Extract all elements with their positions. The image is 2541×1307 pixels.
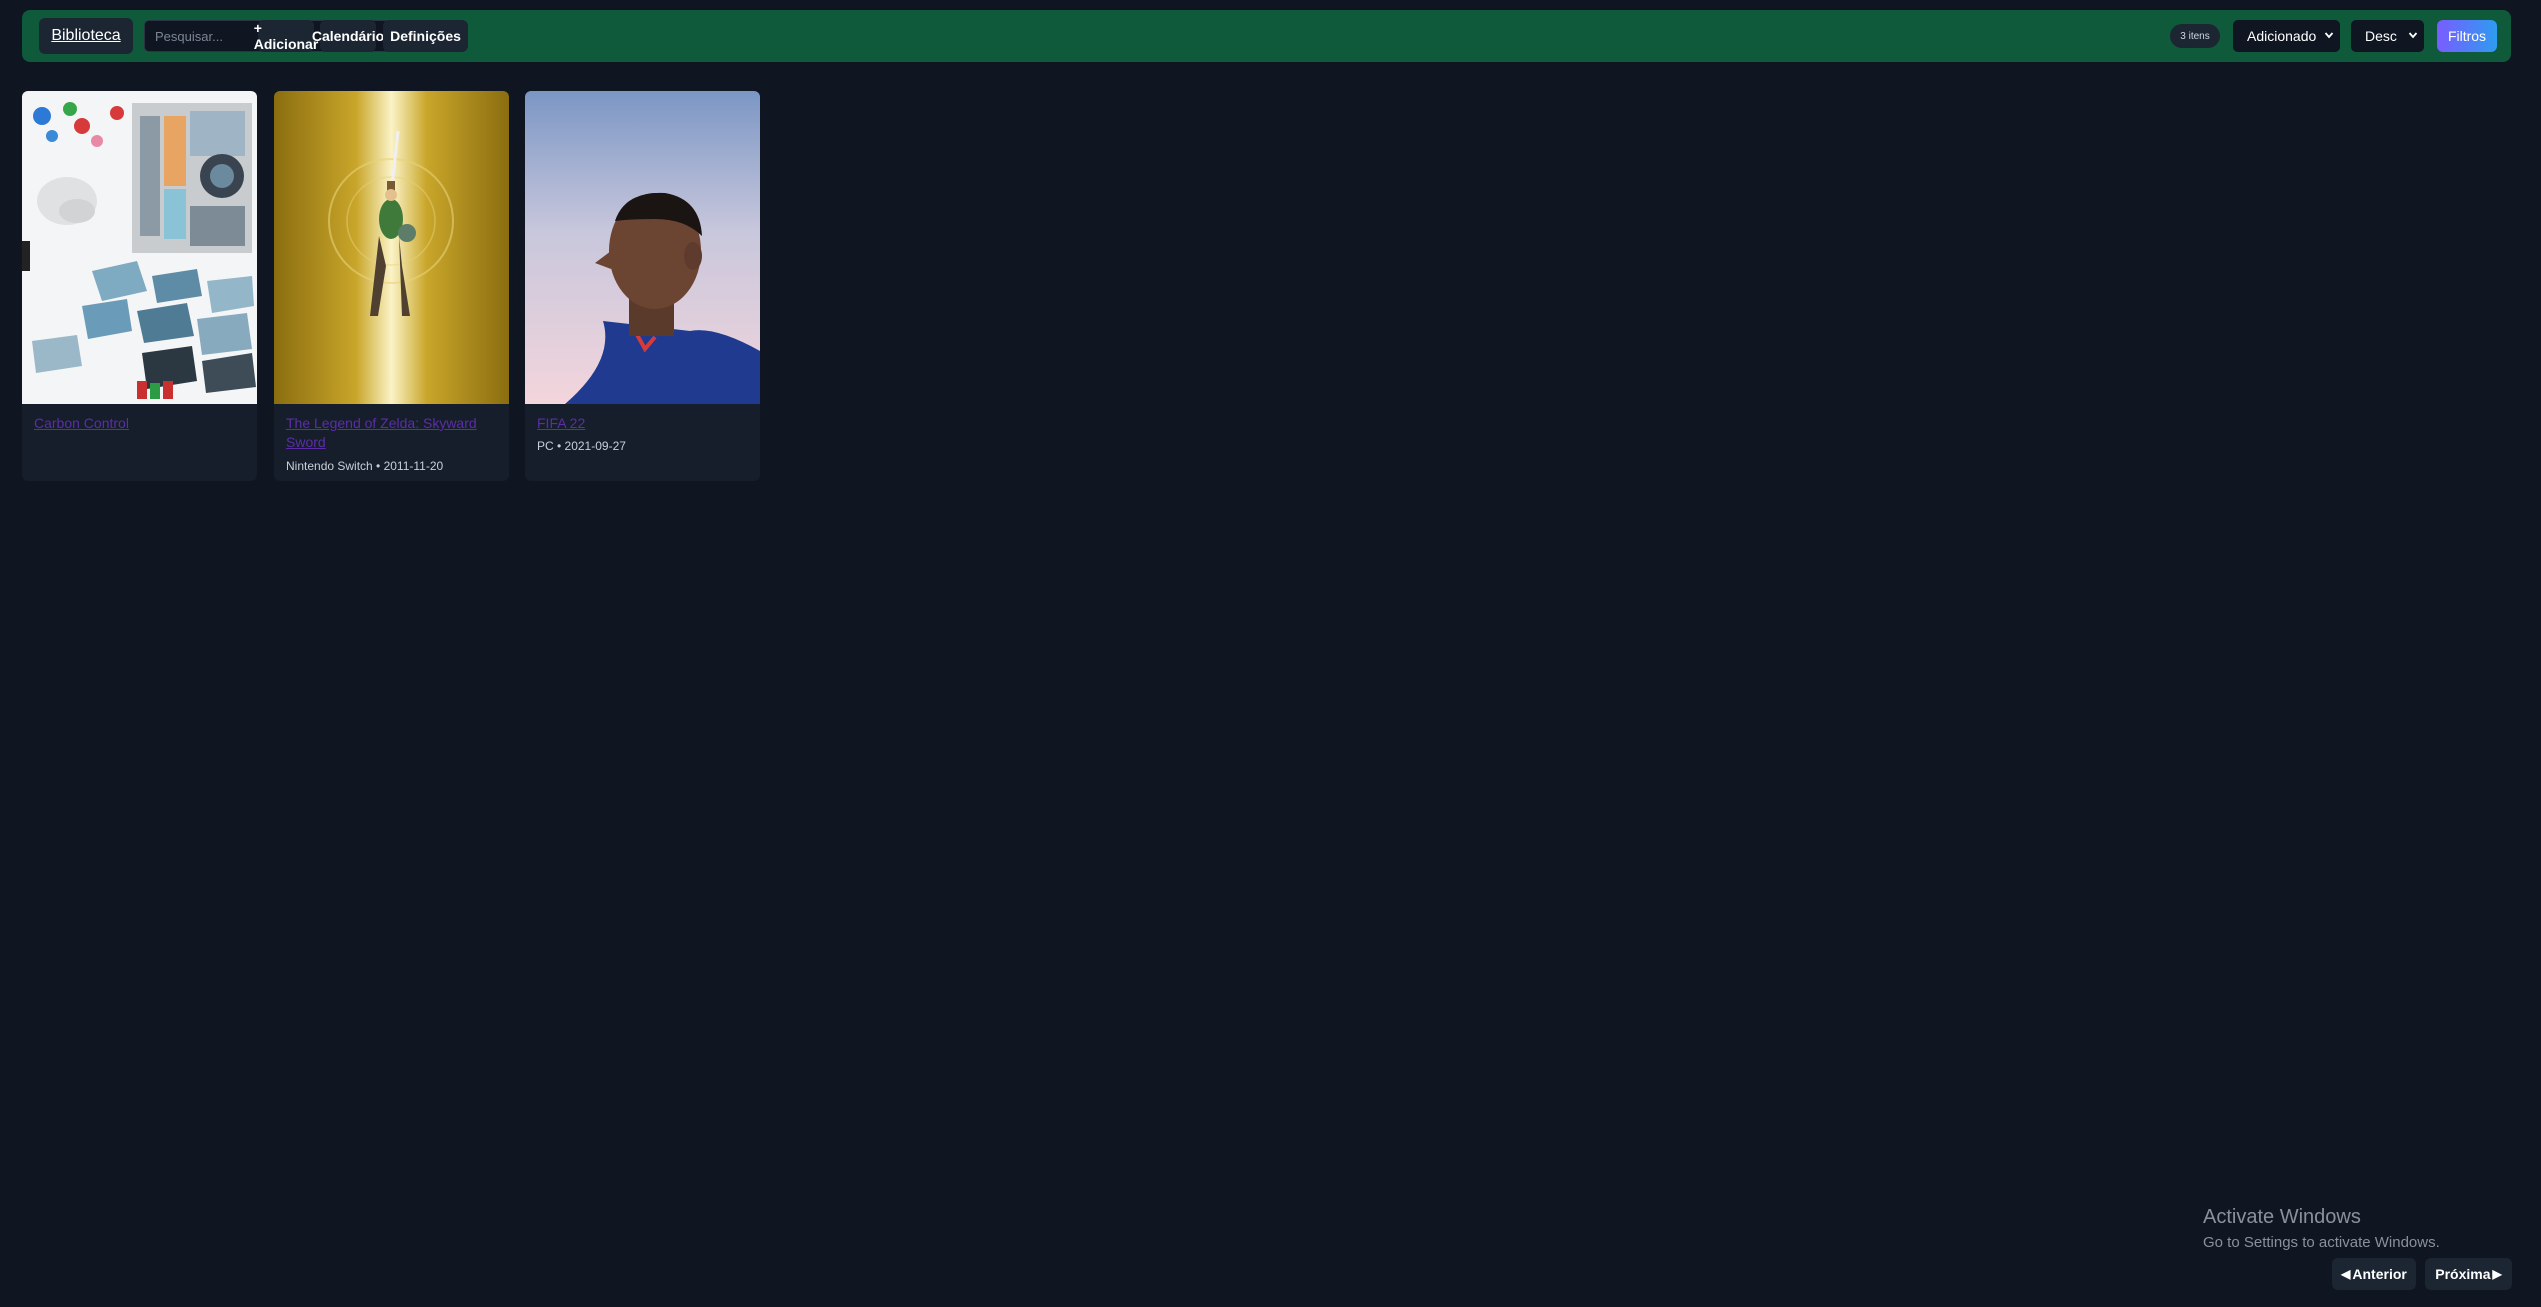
chevron-down-icon xyxy=(2324,32,2334,39)
arrow-right-icon: ▶ xyxy=(2492,1267,2502,1281)
hero-raising-sword-image[interactable] xyxy=(274,91,509,404)
game-card[interactable]: FIFA 22 PC • 2021-09-27 xyxy=(525,91,760,481)
top-toolbar: Biblioteca + Adicionar Calendário Defini… xyxy=(22,10,2511,62)
sort-field-select[interactable]: Adicionado xyxy=(2233,20,2340,52)
sort-order-select[interactable]: Desc xyxy=(2351,20,2424,52)
windows-activation-watermark: Activate Windows Go to Settings to activ… xyxy=(2203,1205,2440,1253)
game-meta: Nintendo Switch • 2011-11-20 xyxy=(286,459,444,473)
game-card[interactable]: Carbon Control xyxy=(22,91,257,481)
sort-order-value: Desc xyxy=(2365,28,2397,44)
game-card[interactable]: The Legend of Zelda: Skyward Sword Ninte… xyxy=(274,91,509,481)
settings-button[interactable]: Definições xyxy=(383,20,468,52)
filters-button[interactable]: Filtros xyxy=(2437,20,2497,52)
next-page-button[interactable]: Próxima ▶ xyxy=(2425,1258,2512,1290)
watermark-title: Activate Windows xyxy=(2203,1206,2361,1228)
next-page-label: Próxima xyxy=(2435,1266,2491,1282)
watermark-subtitle: Go to Settings to activate Windows. xyxy=(2203,1234,2440,1251)
footballer-portrait-image[interactable] xyxy=(525,91,760,404)
game-title-link[interactable]: The Legend of Zelda: Skyward Sword xyxy=(286,414,498,452)
game-title-link[interactable]: Carbon Control xyxy=(34,414,246,433)
previous-page-button[interactable]: ◀ Anterior xyxy=(2332,1258,2416,1290)
add-button[interactable]: + Adicionar xyxy=(254,20,318,52)
board-game-components-image[interactable] xyxy=(22,91,257,404)
sort-field-value: Adicionado xyxy=(2247,28,2317,44)
library-home-link[interactable]: Biblioteca xyxy=(39,18,133,54)
calendar-button[interactable]: Calendário xyxy=(312,20,384,52)
previous-page-label: Anterior xyxy=(2352,1266,2407,1282)
game-title-link[interactable]: FIFA 22 xyxy=(537,414,749,433)
chevron-down-icon xyxy=(2408,32,2418,39)
item-count-badge: 3 itens xyxy=(2170,24,2220,48)
game-meta: PC • 2021-09-27 xyxy=(537,439,626,453)
arrow-left-icon: ◀ xyxy=(2341,1267,2351,1281)
